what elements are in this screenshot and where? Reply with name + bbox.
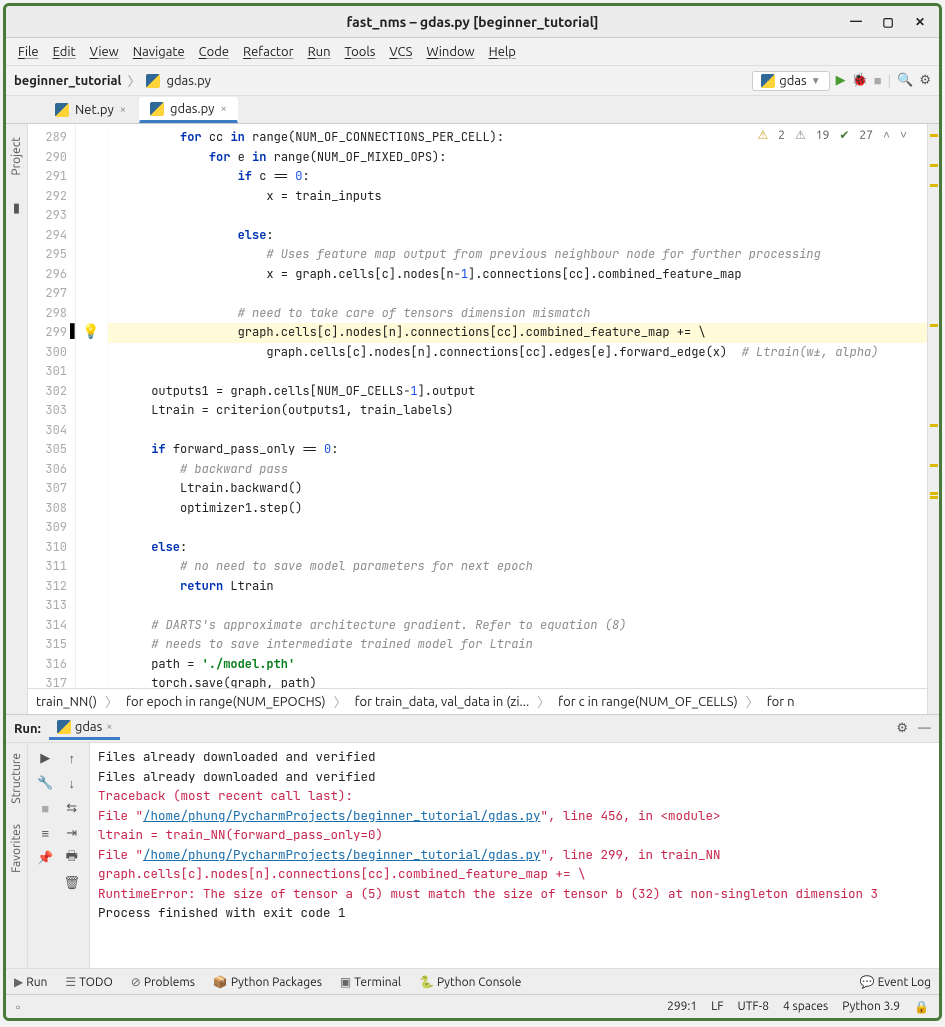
code-text[interactable]: for cc in range(NUM_OF_CONNECTIONS_PER_C… [108,124,927,688]
wrap-icon[interactable]: ⇆ [63,799,81,817]
editor[interactable]: ⚠2 ⚠19 ✔27 ˄ ˅ 289 290 291 292 293 294 2… [28,124,927,688]
menubar: File Edit View Navigate Code Refactor Run Tools… [6,38,939,66]
menu-help[interactable]: Help [489,45,516,59]
project-collapse-icon[interactable]: ▮ [13,201,20,216]
run-toolbar: ▶ ↑ 🔧 ↓ ■ ⇆ ≡ ⇥ 📌 🖶 🗑 [28,743,90,968]
python-icon [761,74,775,88]
pin-icon[interactable]: 📌 [36,849,54,867]
file-tab-gdas.py[interactable]: gdas.py× [139,97,238,123]
layout-icon[interactable]: ≡ [36,824,54,842]
scroll-icon[interactable]: ⇥ [63,824,81,842]
chevron-down-icon[interactable]: ˅ [900,128,907,142]
menu-refactor[interactable]: Refactor [243,45,294,59]
indent[interactable]: 4 spaces [783,1000,828,1013]
wrench-icon[interactable]: 🔧 [36,774,54,792]
debug-button[interactable]: 🐞 [852,73,868,88]
close-icon[interactable]: × [106,721,112,733]
chevron-down-icon: ▼ [811,75,821,87]
rerun-icon[interactable]: ▶ [36,749,54,767]
context-crumb[interactable]: for n [767,695,795,709]
breadcrumb-file[interactable]: gdas.py [166,74,210,88]
menu-view[interactable]: View [90,45,119,59]
context-breadcrumb: train_NN()〉for epoch in range(NUM_EPOCHS… [28,688,927,714]
cursor-position[interactable]: 299:1 [667,1000,697,1013]
left-gutter-lower: Structure Favorites [6,743,28,968]
settings-icon[interactable]: ⚙ [919,73,931,88]
bulb-icon[interactable]: 💡 [82,323,99,340]
context-crumb[interactable]: for epoch in range(NUM_EPOCHS) [126,695,326,709]
window-title: fast_nms – gdas.py [beginner_tutorial] [346,14,598,30]
up-icon[interactable]: ↑ [63,749,81,767]
interpreter[interactable]: Python 3.9 [842,1000,900,1013]
python-icon [57,720,71,734]
typo-icon: ✔ [839,128,849,142]
run-tab[interactable]: gdas × [49,717,121,740]
tool-python-packages[interactable]: 📦Python Packages [213,975,322,989]
menu-file[interactable]: File [18,45,39,59]
chevron-up-icon[interactable]: ˄ [883,128,890,142]
menu-vcs[interactable]: VCS [389,45,412,59]
tool-python-console[interactable]: 🐍Python Console [419,975,521,989]
menu-tools[interactable]: Tools [345,45,376,59]
python-file-icon [146,74,160,88]
chevron-right-icon: 〉 [127,71,140,90]
inspections-widget[interactable]: ⚠2 ⚠19 ✔27 ˄ ˅ [758,128,908,142]
close-icon[interactable]: × [120,104,126,116]
context-crumb[interactable]: for train_data, val_data in (zi... [355,695,530,709]
print-icon[interactable]: 🖶 [63,849,81,867]
project-tool-button[interactable]: Project [10,132,23,181]
encoding[interactable]: UTF-8 [738,1000,769,1013]
show-tool-windows-icon[interactable]: ▫ [16,1000,20,1014]
python-file-icon [55,103,69,117]
editor-tabs: Net.py×gdas.py× [6,96,939,124]
context-crumb[interactable]: train_NN() [36,695,97,709]
python-file-icon [150,102,164,116]
menu-navigate[interactable]: Navigate [133,45,185,59]
bottom-tool-bar: ▶Run ☰TODO ⊘Problems 📦Python Packages ▣Termi… [6,968,939,994]
down-icon[interactable]: ↓ [63,774,81,792]
file-tab-Net.py[interactable]: Net.py× [44,98,137,122]
close-button[interactable]: ✕ [905,10,935,34]
gear-icon[interactable]: ⚙ [896,721,908,736]
stop-icon[interactable]: ■ [36,799,54,817]
breadcrumb-project[interactable]: beginner_tutorial [14,74,121,88]
weak-warning-icon: ⚠ [795,128,806,142]
stop-button[interactable]: ■ [874,73,882,88]
minimize-button[interactable]: ― [841,10,871,34]
tool-run[interactable]: ▶Run [14,975,47,989]
menu-edit[interactable]: Edit [53,45,76,59]
tool-todo[interactable]: ☰TODO [65,975,112,989]
run-button[interactable]: ▶ [836,73,846,88]
left-tool-gutter: Project ▮ [6,124,28,714]
trash-icon[interactable]: 🗑 [63,874,81,892]
lock-icon[interactable]: 🔒 [914,1000,929,1014]
line-numbers-gutter: 289 290 291 292 293 294 295 296 297 298 … [28,124,76,688]
structure-tool-button[interactable]: Structure [10,753,23,804]
favorites-tool-button[interactable]: Favorites [10,824,23,873]
run-panel-label: Run: [14,722,41,736]
close-icon[interactable]: × [220,103,226,115]
menu-window[interactable]: Window [426,45,474,59]
status-bar: ▫ 299:1 LF UTF-8 4 spaces Python 3.9 🔒 [6,994,939,1018]
hide-icon[interactable]: ― [918,721,931,736]
divider: | [888,74,892,88]
titlebar: fast_nms – gdas.py [beginner_tutorial] ―… [6,6,939,38]
line-ending[interactable]: LF [711,1000,723,1013]
maximize-button[interactable]: ▢ [873,10,903,34]
tool-problems[interactable]: ⊘Problems [131,975,195,989]
menu-run[interactable]: Run [308,45,331,59]
run-config-select[interactable]: gdas ▼ [752,71,829,91]
menu-code[interactable]: Code [199,45,229,59]
tool-terminal[interactable]: ▣Terminal [340,975,401,989]
file-link[interactable]: /home/phung/PycharmProjects/beginner_tut… [143,807,541,824]
context-crumb[interactable]: for c in range(NUM_OF_CELLS) [558,695,738,709]
search-icon[interactable]: 🔍 [897,73,913,88]
fold-gutter: 💡▌ [76,124,108,688]
warning-icon: ⚠ [758,128,769,142]
console-output[interactable]: Files already downloaded and verifiedFil… [90,743,939,968]
event-log-button[interactable]: 💬Event Log [860,975,931,989]
error-stripe[interactable] [927,124,939,714]
file-link[interactable]: /home/phung/PycharmProjects/beginner_tut… [143,846,541,863]
breadcrumb: beginner_tutorial 〉 gdas.py [14,71,211,90]
